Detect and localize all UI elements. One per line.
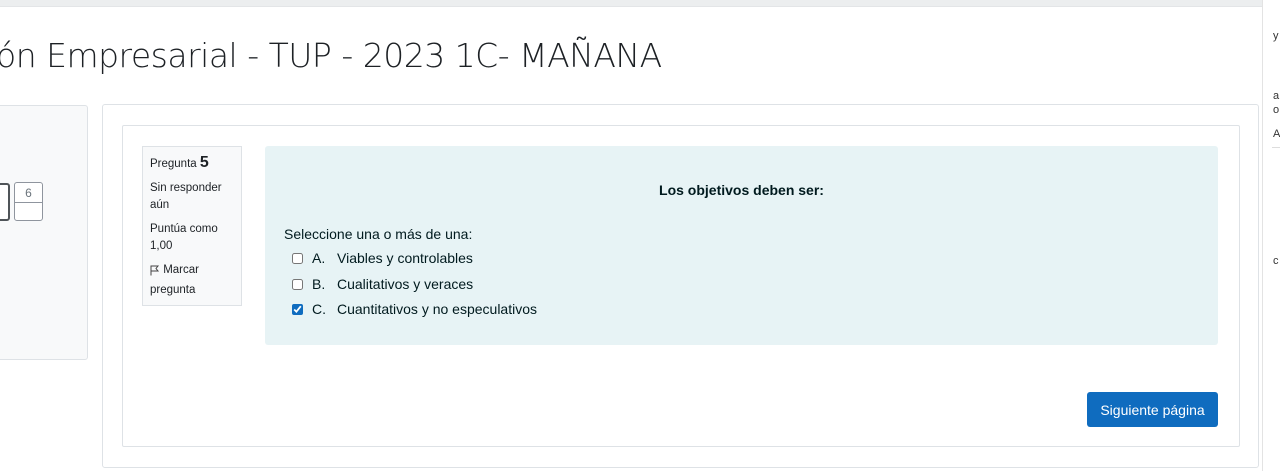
question-info-panel: Pregunta 5 Sin responder aún Puntúa como… [142, 146, 242, 306]
right-edge-fragment-1: y [1273, 30, 1279, 42]
right-edge-divider [1272, 147, 1280, 148]
question-text: Los objetivos deben ser: [659, 182, 824, 198]
flag-outline-icon [150, 265, 160, 282]
answer-option-c[interactable]: C. Cuantitativos y no especulativos [292, 301, 537, 317]
right-edge-fragment-2: a [1273, 90, 1280, 102]
top-divider [0, 0, 1262, 7]
answer-text-a: Viables y controlables [337, 250, 473, 266]
page-title: ón Empresarial - TUP - 2023 1C- MAÑANA [0, 36, 662, 75]
answer-checkbox-b[interactable] [292, 278, 303, 290]
answer-letter-c: C. [312, 301, 326, 317]
answer-letter-a: A. [312, 250, 326, 266]
answer-letter-b: B. [312, 276, 326, 292]
flag-question-link[interactable]: Marcar pregunta [150, 262, 234, 299]
question-grade: Puntúa como 1,00 [150, 223, 218, 252]
answer-option-b[interactable]: B. Cualitativos y veraces [292, 276, 473, 292]
answer-text-c: Cuantitativos y no especulativos [337, 301, 537, 317]
quiz-nav-button-6[interactable]: 6 [14, 182, 43, 221]
answer-checkbox-c[interactable] [292, 303, 303, 315]
question-number: Pregunta 5 [150, 154, 234, 173]
answer-text-b: Cualitativos y veraces [337, 276, 474, 292]
right-edge-fragment-3: o [1273, 104, 1280, 116]
answer-option-a[interactable]: A. Viables y controlables [292, 250, 473, 266]
question-label: Pregunta [150, 158, 197, 170]
answer-prompt: Seleccione una o más de una: [284, 226, 473, 242]
next-page-button[interactable]: Siguiente página [1087, 392, 1218, 427]
right-edge-fragment-4: A [1273, 128, 1280, 140]
right-edge-panel [1262, 0, 1280, 471]
question-number-value: 5 [199, 154, 209, 171]
answer-checkbox-a[interactable] [292, 252, 303, 264]
right-edge-fragment-5: c [1273, 255, 1279, 267]
question-state: Sin responder aún [150, 182, 222, 211]
quiz-nav-button-current[interactable] [0, 183, 10, 221]
quiz-navigation-panel [0, 105, 88, 360]
question-content: Los objetivos deben ser: Seleccione una … [265, 146, 1218, 345]
